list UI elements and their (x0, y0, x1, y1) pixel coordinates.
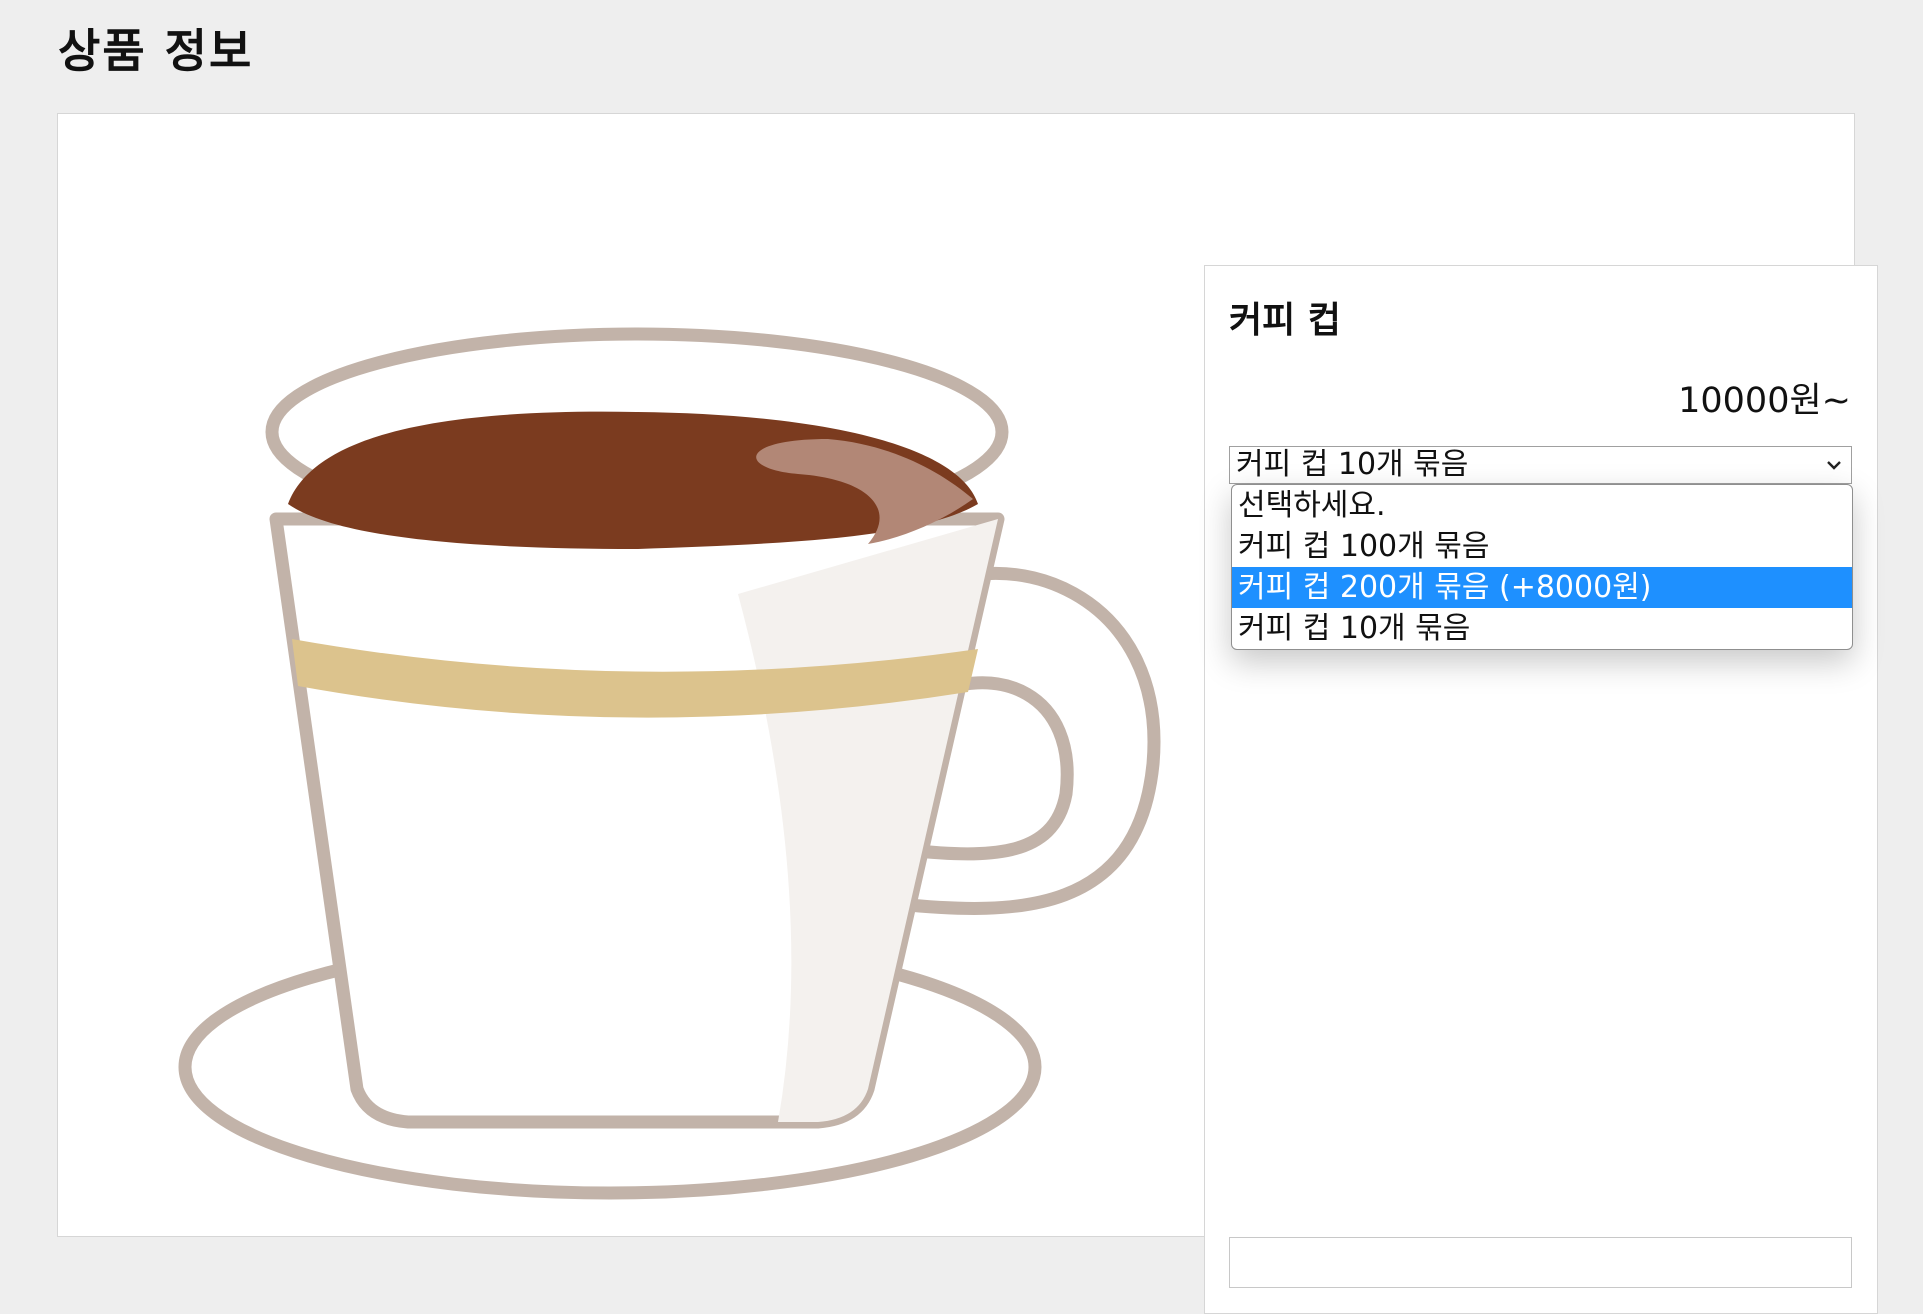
option-select[interactable]: 커피 컵 10개 묶음 (1229, 446, 1852, 484)
coffee-cup-illustration (178, 327, 1161, 1200)
chevron-down-icon (1817, 447, 1851, 483)
product-price: 10000원~ (1678, 381, 1851, 421)
product-name: 커피 컵 (1229, 300, 1341, 341)
product-info-panel: 커피 컵 10000원~ 커피 컵 10개 묶음 선택하세요. 커피 컵 100… (1204, 265, 1878, 1314)
product-image (178, 294, 1168, 1254)
option-item[interactable]: 커피 컵 10개 묶음 (1232, 608, 1852, 649)
page-title: 상품 정보 (58, 24, 254, 78)
bottom-field[interactable] (1229, 1237, 1852, 1288)
option-select-value: 커피 컵 10개 묶음 (1236, 447, 1469, 482)
product-card: 커피 컵 10000원~ 커피 컵 10개 묶음 선택하세요. 커피 컵 100… (57, 113, 1878, 1314)
option-item-highlighted[interactable]: 커피 컵 200개 묶음 (+8000원) (1232, 567, 1852, 608)
option-dropdown-list: 선택하세요. 커피 컵 100개 묶음 커피 컵 200개 묶음 (+8000원… (1231, 484, 1853, 650)
option-item[interactable]: 선택하세요. (1232, 485, 1852, 526)
option-item[interactable]: 커피 컵 100개 묶음 (1232, 526, 1852, 567)
